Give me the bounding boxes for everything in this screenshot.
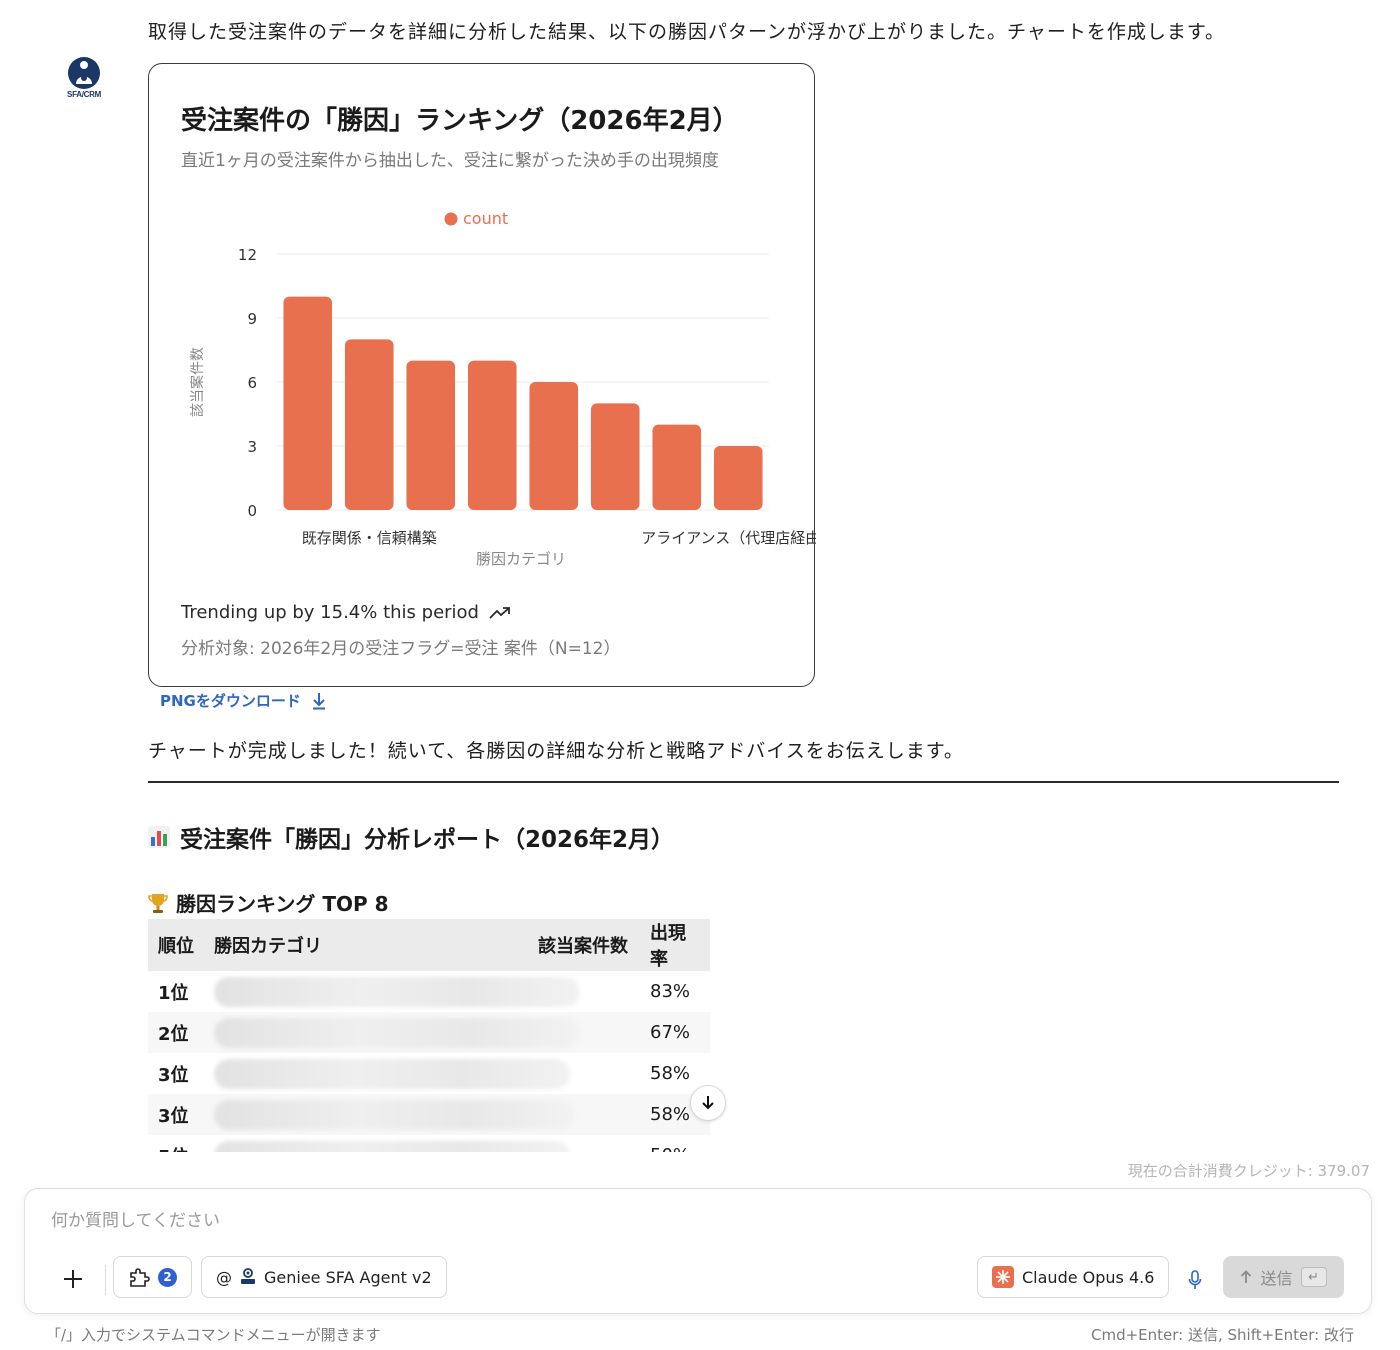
bar	[713, 446, 763, 510]
chat-scroll-area[interactable]: 取得した受注案件のデータを詳細に分析した結果、以下の勝因パターンが浮かび上がりま…	[0, 0, 1400, 1152]
y-tick-label: 3	[247, 438, 257, 456]
chart-card: 受注案件の「勝因」ランキング（2026年2月） 直近1ヶ月の受注案件から抽出した…	[148, 63, 816, 687]
bar-chart-icon	[148, 826, 170, 848]
agent-avatar: SFA/CRM	[62, 56, 106, 102]
slash-command-hint: 「/」入力でシステムコマンドメニューが開きます	[46, 1326, 381, 1344]
message-input[interactable]	[51, 1211, 1151, 1231]
table-header-count: 該当案件数	[528, 919, 640, 971]
x-tick-label: アライアンス（代理店経由）	[641, 529, 816, 547]
voice-input-button[interactable]	[1183, 1265, 1207, 1295]
bar	[529, 382, 579, 510]
table-cell-rank: 3位	[158, 1064, 189, 1086]
plugins-button[interactable]: 2	[113, 1256, 192, 1298]
x-axis-label: 勝因カテゴリ	[476, 550, 566, 568]
bar	[283, 296, 333, 510]
model-selector-label: Claude Opus 4.6	[1022, 1267, 1155, 1287]
attach-button[interactable]	[57, 1263, 89, 1295]
table-cell-redacted	[204, 1094, 640, 1135]
table-cell-redacted	[204, 971, 640, 1012]
assistant-message-followup: チャートが完成しました！続いて、各勝因の詳細な分析と戦略アドバイスをお伝えします…	[148, 740, 964, 762]
y-tick-label: 0	[247, 502, 257, 520]
mention-symbol: @	[216, 1267, 232, 1287]
claude-icon	[992, 1266, 1014, 1288]
bar	[652, 424, 702, 510]
bar	[344, 339, 394, 510]
table-cell-redacted	[204, 1053, 640, 1094]
table-row: 5位 50%	[148, 1135, 710, 1152]
agent-selector-label: Geniee SFA Agent v2	[264, 1267, 432, 1287]
table-cell-rate: 50%	[640, 1135, 710, 1152]
table-header-rank: 順位	[148, 919, 204, 971]
send-button-label: 送信	[1260, 1269, 1293, 1288]
table-cell-rank: 1位	[158, 982, 189, 1004]
table-row: 1位 83%	[148, 971, 710, 1012]
table-header-rate: 出現率	[640, 919, 710, 971]
model-selector[interactable]: Claude Opus 4.6	[977, 1256, 1170, 1298]
table-cell-rank: 5位	[148, 1135, 204, 1153]
legend-marker	[444, 212, 458, 226]
chart-footnote: 分析対象: 2026年2月の受注フラグ=受注 案件（N=12）	[181, 639, 621, 659]
bar-chart: count 0 3 6 9 12 該当案件数既存関係・信頼構築 アライアンス（代理店経由） 勝因…	[189, 209, 816, 568]
table-cell-rank: 2位	[148, 1012, 204, 1053]
report-heading-text: 受注案件「勝因」分析レポート（2026年2月）	[180, 827, 675, 853]
arrow-up-icon	[1241, 1270, 1252, 1283]
agent-logo-icon	[241, 1268, 255, 1284]
table-cell-redacted	[204, 1135, 640, 1152]
ranking-table: 順位 勝因カテゴリ 該当案件数 出現率 1位 83% 2位 67% 3位 58%	[148, 919, 710, 1152]
y-axis-label: 該当案件数	[189, 347, 206, 417]
enter-key-icon: ↵	[1300, 1267, 1327, 1287]
credit-usage: 現在の合計消費クレジット: 379.07	[1127, 1162, 1370, 1180]
message-composer: 2 @ Geniee SFA Agent v2 Claude Opus 4.6	[24, 1188, 1372, 1314]
agent-avatar-label: SFA/CRM	[67, 90, 101, 99]
toolbar-divider	[105, 1265, 106, 1295]
x-tick-label: 既存関係・信頼構築	[302, 529, 437, 547]
scroll-to-bottom-button[interactable]	[690, 1085, 726, 1121]
table-row: 2位 67%	[148, 1012, 710, 1053]
plugins-count-badge: 2	[158, 1267, 177, 1287]
table-cell-rate: 83%	[650, 981, 691, 1002]
trending-up-icon	[489, 606, 510, 619]
arrow-down-icon	[702, 1096, 714, 1110]
table-cell-rank: 3位	[148, 1094, 204, 1135]
table-row: 3位 58%	[148, 1053, 710, 1094]
send-button[interactable]: 送信 ↵	[1223, 1256, 1344, 1298]
report-heading: 受注案件「勝因」分析レポート（2026年2月）	[148, 820, 674, 854]
table-cell-redacted	[204, 1012, 640, 1053]
png-download-link[interactable]: PNGをダウンロード	[160, 690, 327, 711]
microphone-icon	[1188, 1270, 1202, 1289]
table-header-row: 順位 勝因カテゴリ 該当案件数 出現率	[148, 919, 710, 971]
keyboard-shortcut-hint: Cmd+Enter: 送信, Shift+Enter: 改行	[1090, 1326, 1354, 1344]
y-tick-label: 9	[247, 310, 257, 328]
y-tick-label: 12	[238, 246, 257, 264]
bar	[467, 360, 517, 510]
ranking-heading-text: 勝因ランキング TOP 8	[176, 892, 389, 916]
section-divider	[148, 781, 1339, 783]
trophy-icon	[148, 893, 168, 913]
puzzle-icon	[130, 1268, 150, 1287]
agent-selector[interactable]: @ Geniee SFA Agent v2	[201, 1256, 447, 1298]
png-download-label: PNGをダウンロード	[160, 692, 301, 710]
table-cell-rate: 67%	[640, 1012, 710, 1053]
assistant-message-intro: 取得した受注案件のデータを詳細に分析した結果、以下の勝因パターンが浮かび上がりま…	[148, 21, 1225, 43]
legend-label: count	[463, 209, 508, 228]
plus-icon	[64, 1270, 82, 1288]
y-tick-label: 6	[247, 374, 257, 392]
trend-text: Trending up by 15.4% this period	[181, 602, 479, 623]
ranking-heading: 勝因ランキング TOP 8	[148, 888, 389, 917]
bar	[590, 403, 640, 510]
table-row: 3位 58%	[148, 1094, 710, 1135]
trend-line: Trending up by 15.4% this period	[181, 602, 511, 623]
bar	[406, 360, 456, 510]
table-header-category: 勝因カテゴリ	[204, 919, 528, 971]
agent-logo-icon	[68, 57, 100, 89]
download-icon	[312, 692, 325, 709]
